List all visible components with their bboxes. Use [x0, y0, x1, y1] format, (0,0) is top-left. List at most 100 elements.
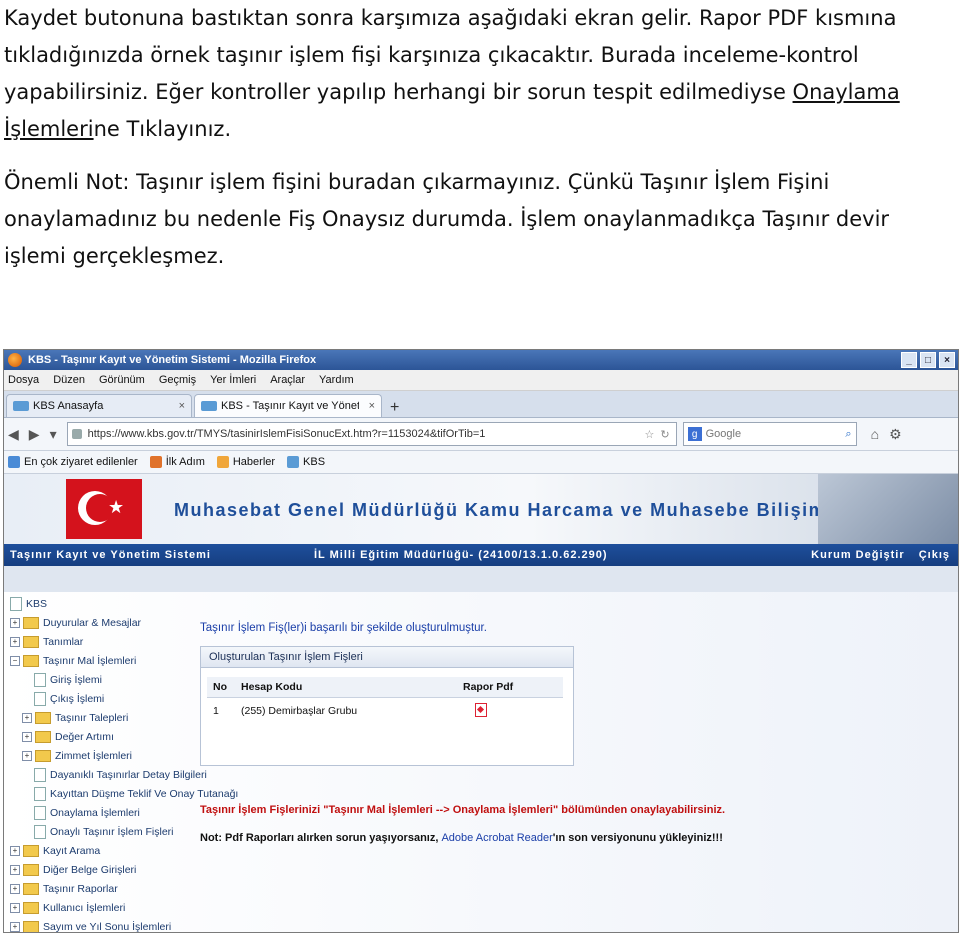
folder-icon	[23, 863, 39, 876]
search-input[interactable]: g Google ⌕	[682, 422, 857, 446]
google-icon: g	[687, 427, 702, 441]
bookmark-star-icon[interactable]: ☆	[645, 428, 655, 441]
tree-label: Taşınır Talepleri	[55, 711, 129, 724]
tools-icon[interactable]: ⚙	[889, 426, 902, 443]
tree-item-dayanikli[interactable]: Dayanıklı Taşınırlar Detay Bilgileri	[34, 765, 207, 784]
tree-item-diger-belge[interactable]: + Diğer Belge Girişleri	[10, 860, 136, 879]
tab-tasinir[interactable]: KBS - Taşınır Kayıt ve Yönetim Sistemi ×	[194, 394, 382, 417]
close-tab-icon[interactable]: ×	[369, 400, 375, 412]
tree-item-kayit-arama[interactable]: + Kayıt Arama	[10, 841, 100, 860]
reload-icon[interactable]: ↻	[660, 428, 669, 441]
tab-kbs-anasayfa[interactable]: KBS Anasayfa ×	[6, 394, 192, 417]
tree-label: Taşınır Raporlar	[43, 882, 118, 895]
expand-icon: +	[10, 921, 20, 932]
root-icon	[10, 596, 22, 611]
maximize-button[interactable]: □	[920, 352, 936, 368]
tree-item-raporlar[interactable]: + Taşınır Raporlar	[10, 879, 118, 898]
important-note: Önemli Not: Taşınır işlem fişini buradan…	[4, 170, 890, 268]
menu-yardim[interactable]: Yardım	[319, 374, 354, 386]
url-bar[interactable]: https://www.kbs.gov.tr/TMYS/tasinirIslem…	[66, 422, 677, 446]
bookmark-news[interactable]: Haberler	[216, 456, 275, 468]
tree-label: Onaylı Taşınır İşlem Fişleri	[50, 825, 174, 838]
turkish-flag-icon: ★	[66, 479, 142, 539]
bookmark-most-visited[interactable]: En çok ziyaret edilenler	[8, 456, 138, 468]
tree-item-zimmet[interactable]: + Zimmet İşlemleri	[22, 746, 132, 765]
tree-label: KBS	[26, 597, 48, 610]
tree-item-onayli-fisler[interactable]: Onaylı Taşınır İşlem Fişleri	[34, 822, 174, 841]
menu-bar: Dosya Düzen Görünüm Geçmiş Yer İmleri Ar…	[4, 370, 958, 391]
document-text: Kaydet butonuna bastıktan sonra karşımız…	[4, 0, 954, 275]
expand-icon: +	[10, 864, 20, 875]
column-header: Hesap Kodu	[235, 677, 457, 698]
tree-label: Sayım ve Yıl Sonu İşlemleri	[43, 920, 172, 933]
fis-table: No Hesap Kodu Rapor Pdf 1 (255) Demirbaş…	[207, 677, 563, 724]
tree-item-sayim[interactable]: + Sayım ve Yıl Sonu İşlemleri	[10, 917, 172, 933]
menu-duzen[interactable]: Düzen	[53, 374, 85, 386]
menu-yer-imleri[interactable]: Yer İmleri	[210, 374, 256, 386]
folder-icon	[35, 749, 51, 762]
expand-icon: +	[10, 845, 20, 856]
success-message: Taşınır İşlem Fiş(ler)i başarılı bir şek…	[200, 622, 487, 634]
tree-label: Çıkış İşlemi	[50, 692, 105, 705]
tree-item-duyurular[interactable]: + Duyurular & Mesajlar	[10, 613, 141, 632]
bookmark-kbs[interactable]: KBS	[287, 456, 325, 468]
site-banner: ★ Muhasebat Genel Müdürlüğü Kamu Harcama…	[4, 474, 958, 544]
page-icon	[34, 767, 46, 782]
collapse-icon: −	[10, 655, 20, 666]
home-icon[interactable]: ⌂	[871, 426, 879, 442]
folder-icon	[23, 635, 39, 648]
tree-root[interactable]: KBS	[10, 594, 47, 613]
history-icon[interactable]: ▾	[50, 426, 57, 443]
forward-icon[interactable]: ▶	[29, 426, 40, 443]
bookmark-first-step[interactable]: İlk Adım	[149, 456, 205, 468]
window-titlebar: KBS - Taşınır Kayıt ve Yönetim Sistemi -…	[4, 350, 958, 370]
folder-open-icon	[23, 654, 39, 667]
tab-bar: KBS Anasayfa × KBS - Taşınır Kayıt ve Yö…	[4, 391, 958, 418]
tree-item-onaylama[interactable]: Onaylama İşlemleri	[34, 803, 140, 822]
change-institution-link[interactable]: Kurum Değiştir	[811, 549, 904, 561]
page-icon	[34, 786, 46, 801]
tree-item-tanimlar[interactable]: + Tanımlar	[10, 632, 83, 651]
menu-gecmis[interactable]: Geçmiş	[159, 374, 196, 386]
app-header-bar: Taşınır Kayıt ve Yönetim Sistemi İL Mill…	[4, 544, 958, 566]
adobe-reader-link[interactable]: Adobe Acrobat Reader	[441, 832, 552, 844]
tree-item-kullanici[interactable]: + Kullanıcı İşlemleri	[10, 898, 125, 917]
cell-hesap: (255) Demirbaşlar Grubu	[241, 705, 358, 717]
menu-araclar[interactable]: Araçlar	[270, 374, 305, 386]
tree-item-giris[interactable]: Giriş İşlemi	[34, 670, 102, 689]
tree-label: Kullanıcı İşlemleri	[43, 901, 126, 914]
tree-label: Giriş İşlemi	[50, 673, 102, 686]
kbs-icon	[287, 456, 300, 468]
system-name: Taşınır Kayıt ve Yönetim Sistemi	[10, 549, 211, 561]
menu-gorunum[interactable]: Görünüm	[99, 374, 145, 386]
expand-icon: +	[10, 902, 20, 913]
new-tab-button[interactable]: +	[384, 399, 405, 417]
expand-icon: +	[10, 617, 20, 628]
page-icon	[34, 805, 46, 820]
rss-icon	[216, 456, 229, 468]
kbs-icon	[201, 401, 217, 411]
search-icon[interactable]: ⌕	[845, 428, 851, 441]
page-icon	[34, 824, 46, 839]
tree-item-talepler[interactable]: + Taşınır Talepleri	[22, 708, 128, 727]
paragraph-instructions: Kaydet butonuna bastıktan sonra karşımız…	[4, 0, 954, 148]
header-actions: Kurum Değiştir Çıkış	[801, 549, 950, 561]
navigation-tree: KBS + Duyurular & Mesajlar + Tanımlar − Taş…	[4, 592, 238, 933]
folder-icon	[23, 882, 39, 895]
menu-dosya[interactable]: Dosya	[8, 374, 39, 386]
lock-icon	[71, 429, 82, 439]
bookmark-label: En çok ziyaret edilenler	[24, 456, 138, 468]
back-icon[interactable]: ◀	[8, 426, 19, 443]
bookmark-label: KBS	[303, 456, 326, 468]
app-content: KBS + Duyurular & Mesajlar + Tanımlar − Taş…	[4, 592, 958, 932]
tree-item-deger-artimi[interactable]: + Değer Artımı	[22, 727, 114, 746]
close-tab-icon[interactable]: ×	[179, 400, 185, 412]
exit-link[interactable]: Çıkış	[919, 549, 950, 561]
tree-item-tasinir-mal[interactable]: − Taşınır Mal İşlemleri	[10, 651, 136, 670]
pdf-icon[interactable]	[475, 702, 487, 717]
bookmarks-bar: En çok ziyaret edilenler İlk Adım Haberl…	[4, 451, 958, 474]
tree-item-cikis[interactable]: Çıkış İşlemi	[34, 689, 104, 708]
close-window-button[interactable]: ×	[939, 352, 955, 368]
minimize-button[interactable]: _	[901, 352, 917, 368]
firefox-icon	[8, 353, 22, 367]
